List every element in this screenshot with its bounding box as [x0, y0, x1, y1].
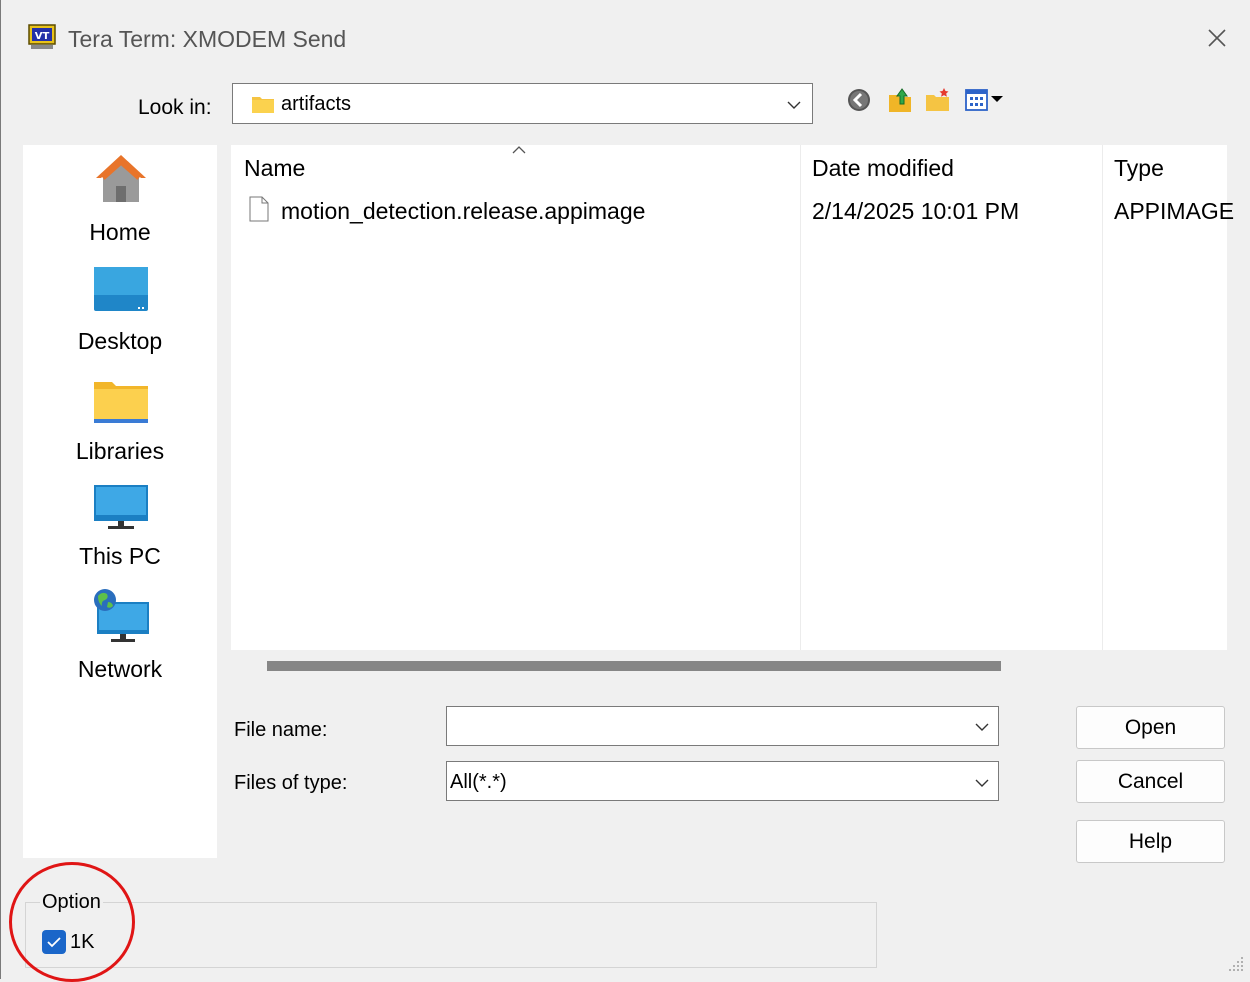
file-name-label: File name:: [234, 719, 328, 741]
column-header-type[interactable]: Type: [1114, 155, 1164, 182]
file-list[interactable]: Name Date modified Type motion_detection…: [231, 145, 1234, 650]
new-folder-icon[interactable]: [923, 85, 953, 115]
chevron-down-icon[interactable]: [974, 722, 990, 732]
look-in-dropdown[interactable]: artifacts: [232, 83, 813, 124]
horizontal-scrollbar[interactable]: [267, 661, 1001, 671]
files-of-type-label: Files of type:: [234, 772, 348, 794]
cancel-button[interactable]: Cancel: [1076, 760, 1225, 803]
places-sidebar: Home Desktop Libraries This PC Network: [23, 145, 217, 858]
resize-grip-icon[interactable]: [1227, 955, 1247, 975]
file-type-cell: APPIMAGE: [1114, 198, 1235, 224]
chevron-down-icon[interactable]: [786, 100, 802, 110]
files-of-type-dropdown[interactable]: All(*.*): [446, 761, 999, 801]
place-label: This PC: [79, 543, 161, 569]
place-home[interactable]: Home: [23, 150, 217, 255]
libraries-icon: [94, 382, 148, 423]
place-label: Desktop: [77, 328, 163, 354]
file-icon: [249, 196, 269, 222]
file-name-combobox[interactable]: [446, 706, 999, 746]
up-folder-icon[interactable]: [885, 85, 915, 115]
highlight-annotation-circle: [9, 862, 135, 982]
place-network[interactable]: Network: [23, 585, 217, 690]
place-label: Libraries: [75, 438, 165, 464]
help-button[interactable]: Help: [1076, 820, 1225, 863]
tera-term-logo-icon: VT: [28, 24, 56, 49]
chevron-down-icon[interactable]: [974, 778, 990, 788]
file-name-cell: motion_detection.release.appimage: [281, 198, 646, 224]
back-icon[interactable]: [844, 85, 874, 115]
table-row[interactable]: motion_detection.release.appimage 2/14/2…: [231, 190, 1234, 226]
column-header-date-modified[interactable]: Date modified: [812, 155, 954, 182]
network-icon: [94, 589, 149, 642]
option-group: [25, 902, 877, 968]
window-title: Tera Term: XMODEM Send: [68, 26, 347, 52]
column-header-name[interactable]: Name: [244, 155, 305, 182]
close-icon[interactable]: [1201, 22, 1233, 54]
place-libraries[interactable]: Libraries: [23, 370, 217, 475]
look-in-label: Look in:: [138, 96, 212, 119]
desktop-icon: [94, 267, 148, 311]
folder-icon: [252, 97, 274, 113]
place-label: Network: [77, 656, 163, 682]
title-bar[interactable]: VT Tera Term: XMODEM Send: [1, 0, 1250, 78]
files-of-type-value: All(*.*): [450, 771, 507, 793]
sort-ascending-icon: [512, 146, 526, 154]
this-pc-icon: [94, 485, 148, 529]
xmodem-send-dialog: VT Tera Term: XMODEM Send Look in: artif…: [0, 0, 1250, 982]
svg-text:VT: VT: [35, 31, 50, 42]
place-this-pc[interactable]: This PC: [23, 480, 217, 585]
look-in-value: artifacts: [281, 93, 352, 115]
place-label: Home: [89, 219, 151, 245]
file-date-cell: 2/14/2025 10:01 PM: [812, 198, 1020, 224]
place-desktop[interactable]: Desktop: [23, 260, 217, 365]
view-menu-icon[interactable]: [963, 85, 1011, 115]
open-button[interactable]: Open: [1076, 706, 1225, 749]
home-icon: [96, 155, 146, 202]
